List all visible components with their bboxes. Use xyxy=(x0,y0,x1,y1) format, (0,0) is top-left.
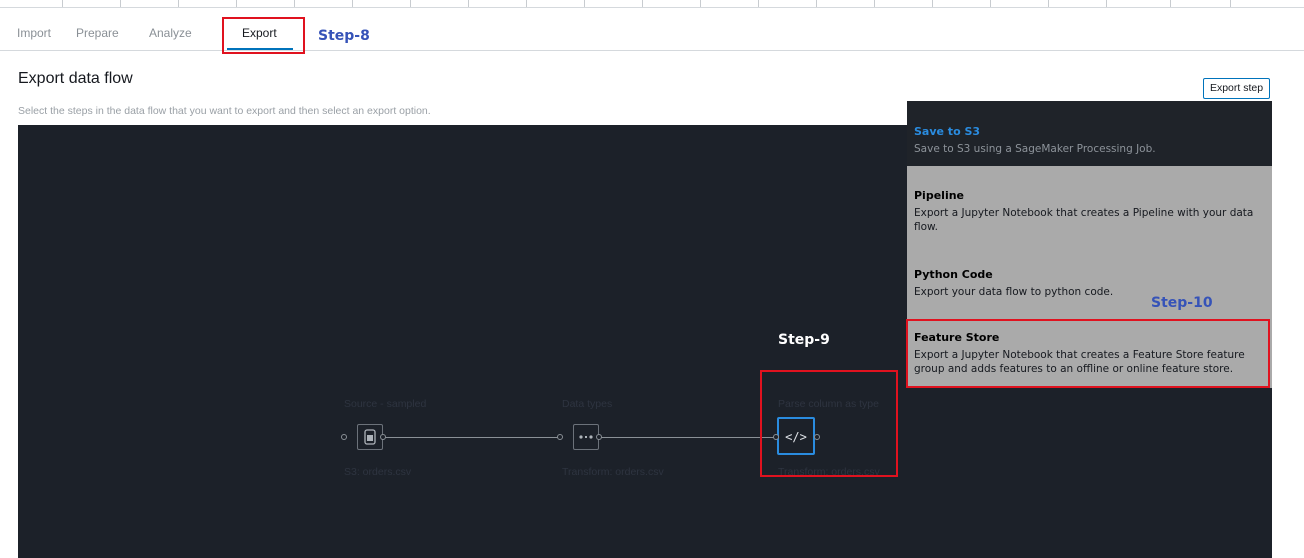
strip-divider xyxy=(352,0,353,7)
input-port[interactable] xyxy=(557,434,563,440)
option-description: Save to S3 using a SageMaker Processing … xyxy=(914,143,1156,155)
strip-divider xyxy=(236,0,237,7)
strip-divider xyxy=(1106,0,1107,7)
strip-divider xyxy=(294,0,295,7)
flow-connector xyxy=(600,437,776,438)
step-9-highlight xyxy=(760,370,898,477)
step-8-label: Step-8 xyxy=(318,28,370,44)
strip-divider xyxy=(178,0,179,7)
strip-divider xyxy=(642,0,643,7)
strip-divider xyxy=(874,0,875,7)
option-description: Export a Jupyter Notebook that creates a… xyxy=(914,207,1254,233)
option-pipeline[interactable]: Pipeline Export a Jupyter Notebook that … xyxy=(907,189,1272,234)
strip-divider xyxy=(816,0,817,7)
flow-connector xyxy=(384,437,560,438)
step-8-highlight xyxy=(222,17,305,54)
node-subtitle: Transform: orders.csv xyxy=(562,466,664,478)
strip-divider xyxy=(62,0,63,7)
export-step-button[interactable]: Export step xyxy=(1203,78,1270,99)
option-title: Python Code xyxy=(914,268,993,281)
node-subtitle: S3: orders.csv xyxy=(344,466,412,478)
strip-divider xyxy=(932,0,933,7)
page-subtitle: Select the steps in the data flow that y… xyxy=(18,105,431,117)
page-title: Export data flow xyxy=(18,70,133,87)
output-port[interactable] xyxy=(596,434,602,440)
top-strip xyxy=(0,0,1304,8)
strip-divider xyxy=(120,0,121,7)
input-port[interactable] xyxy=(341,434,347,440)
tab-prepare[interactable]: Prepare xyxy=(76,26,119,40)
strip-divider xyxy=(1230,0,1231,7)
step-10-label: Step-10 xyxy=(1151,295,1213,311)
step-9-label: Step-9 xyxy=(778,332,830,348)
option-title: Save to S3 xyxy=(914,125,981,138)
strip-divider xyxy=(1170,0,1171,7)
tab-bar: Import Prepare Analyze Export xyxy=(0,18,1304,51)
step-10-highlight xyxy=(906,319,1270,388)
strip-divider xyxy=(700,0,701,7)
strip-divider xyxy=(410,0,411,7)
strip-divider xyxy=(758,0,759,7)
strip-divider xyxy=(468,0,469,7)
option-save-to-s3[interactable]: Save to S3 Save to S3 using a SageMaker … xyxy=(907,101,1272,166)
data-types-icon xyxy=(579,435,593,439)
strip-divider xyxy=(990,0,991,7)
tab-import[interactable]: Import xyxy=(17,26,51,40)
option-title: Pipeline xyxy=(914,189,964,202)
node-title: Source - sampled xyxy=(344,398,427,410)
tab-analyze[interactable]: Analyze xyxy=(149,26,192,40)
strip-divider xyxy=(526,0,527,7)
strip-divider xyxy=(1048,0,1049,7)
output-port[interactable] xyxy=(380,434,386,440)
option-python-code[interactable]: Python Code Export your data flow to pyt… xyxy=(907,268,1272,299)
database-icon xyxy=(364,429,376,445)
strip-divider xyxy=(584,0,585,7)
node-title: Data types xyxy=(562,398,613,410)
